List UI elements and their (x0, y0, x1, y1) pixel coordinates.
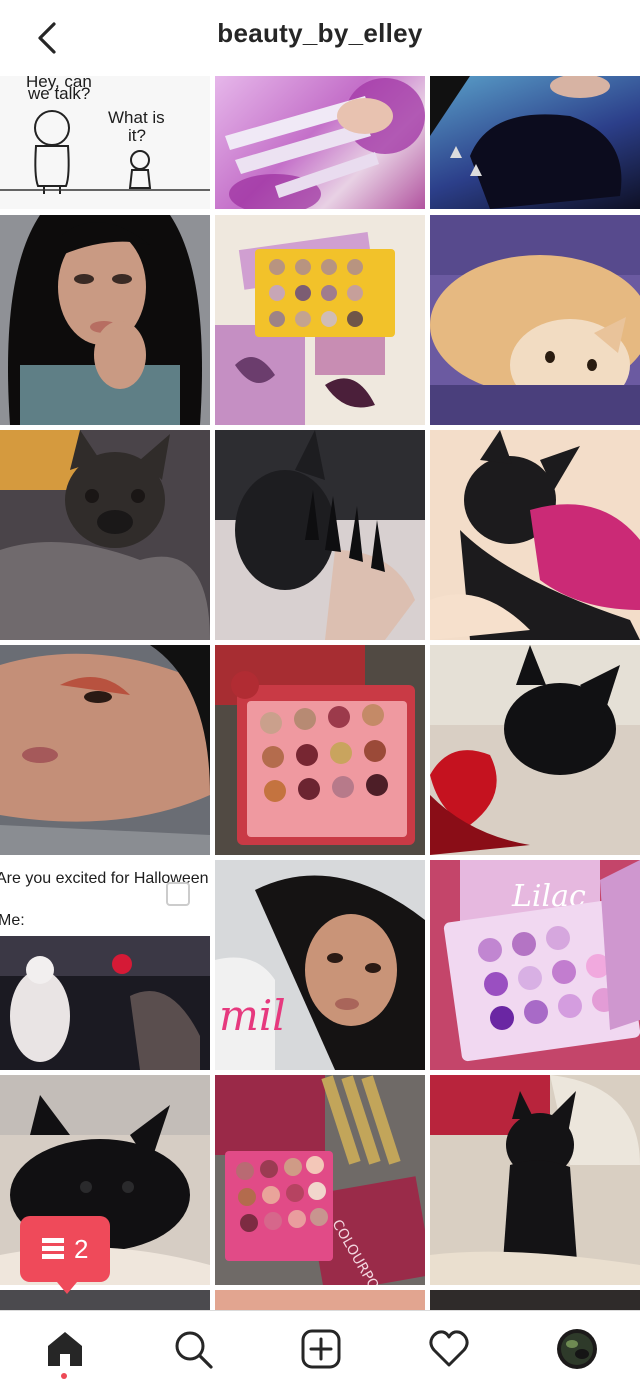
comic-line-3: What is (108, 108, 165, 127)
activity-notification-bubble[interactable]: 2 (20, 1216, 110, 1294)
post-tile-portrait-1[interactable] (0, 215, 210, 425)
nav-home[interactable] (0, 1311, 128, 1387)
svg-text:mil: mil (219, 991, 286, 1040)
nav-search[interactable] (128, 1311, 256, 1387)
add-post-icon (301, 1329, 341, 1369)
post-tile-halloween-meme[interactable]: Are you excited for Halloween Me: (0, 860, 210, 1070)
portrait-illustration (8, 215, 202, 425)
post-tile-purple-palette[interactable]: Lilac (430, 860, 640, 1070)
frenchie-illustration (0, 430, 210, 640)
portrait-2-illustration: mil (215, 875, 425, 1070)
red-palette-illustration (215, 645, 415, 845)
post-tile-portrait-2[interactable]: mil (215, 860, 425, 1070)
search-icon (175, 1331, 213, 1369)
post-tile-black-nails-bunny[interactable] (215, 430, 425, 640)
post-tile-partial-3[interactable] (430, 1290, 640, 1310)
post-tile-yellow-palette[interactable] (215, 215, 425, 425)
post-tile-nails-lilac[interactable] (215, 76, 425, 209)
meme-image (0, 936, 210, 1070)
post-tile-frenchie-sitting[interactable] (430, 1075, 640, 1285)
post-grid: Hey, can we talk? What is it? Are you ex… (0, 76, 640, 1310)
heart-icon (429, 1330, 469, 1367)
nav-activity[interactable] (384, 1311, 512, 1387)
palette-illustration (215, 232, 395, 425)
comic-line-2: we talk? (28, 84, 91, 103)
meme-overlay-icon (166, 882, 190, 906)
username-title: beauty_by_elley (217, 18, 423, 48)
nav-profile[interactable] (512, 1311, 640, 1387)
post-tile-portrait-eyeshadow[interactable] (0, 645, 210, 855)
post-tile-black-bag[interactable] (430, 76, 640, 209)
post-tile-frenchie-blanket[interactable] (0, 430, 210, 640)
portrait-eyeshadow-illustration (0, 645, 210, 855)
post-tile-comic[interactable]: Hey, can we talk? What is it? (0, 76, 210, 209)
post-tile-pink-palette-lipsticks[interactable]: COLOURPOP (215, 1075, 425, 1285)
meme-caption-me: Me: (0, 912, 25, 929)
post-tile-partial-2[interactable] (215, 1290, 425, 1310)
post-tile-orange-cat[interactable] (430, 215, 640, 425)
profile-header: beauty_by_elley (0, 0, 640, 76)
post-tile-frenchie-pink-shirt[interactable] (430, 430, 640, 640)
post-tile-partial-1[interactable] (0, 1290, 210, 1310)
profile-avatar-icon (557, 1329, 597, 1369)
frenchie-sitting-illustration (430, 1075, 640, 1285)
nails-illustration (225, 78, 425, 209)
bottom-navigation (0, 1310, 640, 1387)
frenchie-rose-illustration (430, 645, 640, 855)
notification-count: 2 (74, 1234, 89, 1264)
pink-palette-illustration: COLOURPOP (215, 1075, 425, 1285)
bunny-nails-illustration (215, 430, 425, 640)
post-tile-frenchie-rose[interactable] (430, 645, 640, 855)
post-tile-red-palette[interactable] (215, 645, 425, 855)
comment-list-icon (42, 1238, 64, 1259)
comic-line-4: it? (128, 126, 146, 145)
purple-palette-illustration: Lilac (443, 860, 640, 1062)
home-icon (48, 1332, 82, 1366)
bag-illustration (430, 76, 622, 209)
nav-new-post[interactable] (256, 1311, 384, 1387)
cat-illustration (430, 215, 640, 425)
active-indicator-dot (61, 1373, 67, 1379)
frenchie-shirt-illustration (430, 430, 640, 640)
